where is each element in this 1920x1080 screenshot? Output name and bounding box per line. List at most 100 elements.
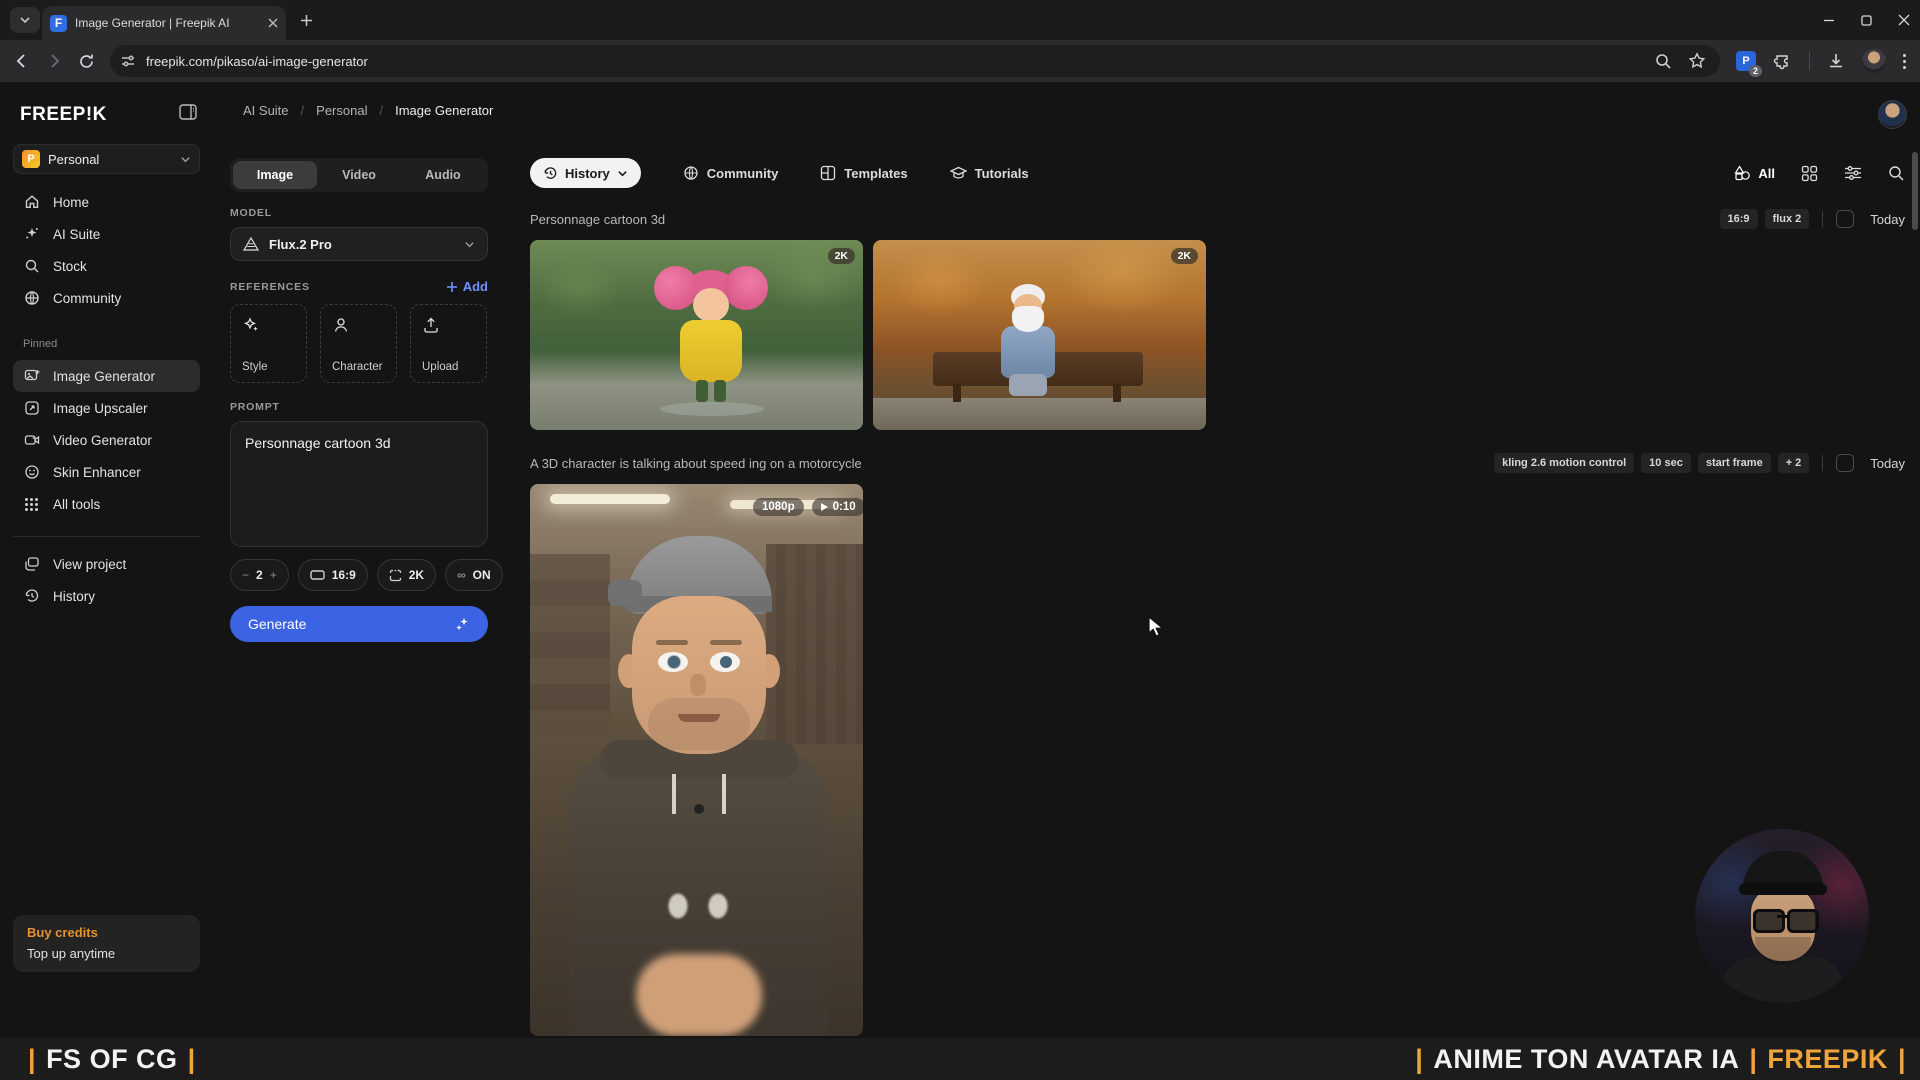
url-text[interactable]: freepik.com/pikaso/ai-image-generator bbox=[146, 54, 1645, 69]
sidebar-item-all-tools[interactable]: All tools bbox=[13, 488, 200, 520]
tab-search-button[interactable] bbox=[10, 7, 40, 33]
aspect-ratio-button[interactable]: 16:9 bbox=[298, 559, 368, 591]
reference-upload-card[interactable]: Upload bbox=[410, 304, 487, 383]
banner-pipe: | bbox=[188, 1044, 196, 1075]
add-reference-button[interactable]: Add bbox=[446, 279, 488, 294]
tab-video[interactable]: Video bbox=[317, 161, 401, 189]
screen: F Image Generator | Freepik AI freepik.c… bbox=[0, 0, 1920, 1080]
tab-image[interactable]: Image bbox=[233, 161, 317, 189]
row-select-checkbox[interactable] bbox=[1836, 454, 1854, 472]
thumb-art bbox=[873, 240, 1206, 430]
sidebar-item-ai-suite[interactable]: AI Suite bbox=[13, 218, 200, 250]
tutorials-tab[interactable]: Tutorials bbox=[950, 166, 1029, 181]
sidebar-item-image-upscaler[interactable]: Image Upscaler bbox=[13, 392, 200, 424]
sidebar-item-label: View project bbox=[53, 557, 126, 572]
back-button[interactable] bbox=[6, 45, 38, 77]
tab-audio[interactable]: Audio bbox=[401, 161, 485, 189]
sidebar-item-community[interactable]: Community bbox=[13, 282, 200, 314]
search-icon[interactable] bbox=[1888, 165, 1905, 182]
stepper-minus-icon[interactable]: − bbox=[242, 568, 249, 582]
sidebar-item-label: All tools bbox=[53, 497, 100, 512]
breadcrumb-personal[interactable]: Personal bbox=[316, 103, 367, 118]
all-label: All bbox=[1758, 166, 1775, 181]
extensions-puzzle-icon[interactable] bbox=[1773, 52, 1792, 71]
row-select-checkbox[interactable] bbox=[1836, 210, 1854, 228]
sidebar-toggle-icon bbox=[179, 104, 197, 120]
sidebar-item-skin-enhancer[interactable]: Skin Enhancer bbox=[13, 456, 200, 488]
generated-image-old-man[interactable]: 2K bbox=[873, 240, 1206, 430]
sidebar-divider bbox=[13, 536, 200, 537]
browser-profile-avatar[interactable] bbox=[1862, 49, 1886, 73]
quality-button[interactable]: 2K bbox=[377, 559, 436, 591]
pinned-section-label: Pinned bbox=[23, 338, 57, 350]
duration-text: 0:10 bbox=[833, 501, 856, 513]
tutorials-label: Tutorials bbox=[975, 166, 1029, 181]
view-project-icon bbox=[23, 556, 40, 572]
workspace-selector[interactable]: P Personal bbox=[13, 144, 200, 174]
sidebar-item-home[interactable]: Home bbox=[13, 186, 200, 218]
webcam-overlay bbox=[1695, 829, 1869, 1003]
breadcrumb-image-generator[interactable]: Image Generator bbox=[395, 103, 493, 118]
sidebar-item-history[interactable]: History bbox=[13, 580, 200, 612]
reference-character-card[interactable]: Character bbox=[320, 304, 397, 383]
sidebar-item-label: Community bbox=[53, 291, 121, 306]
quality-value: 2K bbox=[409, 568, 424, 582]
banner-left-text: FS OF CG bbox=[46, 1044, 178, 1075]
sidebar-item-label: Image Generator bbox=[53, 369, 155, 384]
generated-image-girl[interactable]: 2K bbox=[530, 240, 863, 430]
sidebar-item-video-generator[interactable]: Video Generator bbox=[13, 424, 200, 456]
model-selector[interactable]: Flux.2 Pro bbox=[230, 227, 488, 261]
sidebar-item-image-generator[interactable]: Image Generator bbox=[13, 360, 200, 392]
forward-button[interactable] bbox=[38, 45, 70, 77]
grid-view-icon[interactable] bbox=[1801, 165, 1818, 182]
tab-close-icon[interactable] bbox=[268, 18, 278, 28]
browser-actions: P2 bbox=[1736, 49, 1906, 73]
sidebar-collapse-button[interactable] bbox=[179, 104, 197, 120]
omnibox[interactable]: freepik.com/pikaso/ai-image-generator bbox=[110, 45, 1720, 77]
minimize-icon[interactable] bbox=[1823, 14, 1835, 26]
generate-button[interactable]: Generate bbox=[230, 606, 488, 642]
breadcrumb-ai-suite[interactable]: AI Suite bbox=[243, 103, 289, 118]
count-stepper[interactable]: − 2 + bbox=[230, 559, 289, 591]
history-row-title: Personnage cartoon 3d bbox=[530, 212, 1720, 227]
buy-credits-subtitle: Top up anytime bbox=[27, 946, 186, 961]
history-filter-button[interactable]: History bbox=[530, 158, 641, 188]
history-icon bbox=[543, 166, 558, 181]
templates-tab[interactable]: Templates bbox=[820, 165, 907, 181]
reference-style-card[interactable]: Style bbox=[230, 304, 307, 383]
buy-credits-card[interactable]: Buy credits Top up anytime bbox=[13, 915, 200, 972]
sidebar-item-stock[interactable]: Stock bbox=[13, 250, 200, 282]
banner-brand: FREEPIK bbox=[1767, 1044, 1888, 1075]
resolution-badge: 2K bbox=[1171, 248, 1198, 264]
downloads-icon[interactable] bbox=[1827, 52, 1845, 70]
stepper-plus-icon[interactable]: + bbox=[270, 568, 277, 582]
browser-menu-icon[interactable] bbox=[1903, 54, 1906, 69]
filter-all-button[interactable]: All bbox=[1734, 165, 1775, 181]
filters-sliders-icon[interactable] bbox=[1844, 165, 1862, 181]
sidebar-item-view-project[interactable]: View project bbox=[13, 548, 200, 580]
user-avatar[interactable] bbox=[1878, 100, 1907, 129]
loop-toggle[interactable]: ∞ ON bbox=[445, 559, 503, 591]
row-date: Today bbox=[1870, 212, 1905, 227]
sparkles-icon bbox=[23, 226, 40, 242]
model-value: Flux.2 Pro bbox=[269, 237, 454, 252]
zoom-icon[interactable] bbox=[1655, 53, 1672, 70]
reload-button[interactable] bbox=[70, 45, 102, 77]
play-icon bbox=[821, 503, 828, 511]
browser-tab[interactable]: F Image Generator | Freepik AI bbox=[42, 6, 286, 40]
sidebar-item-label: Home bbox=[53, 195, 89, 210]
extension-p2-icon[interactable]: P2 bbox=[1736, 51, 1756, 71]
buy-credits-title[interactable]: Buy credits bbox=[27, 925, 186, 940]
close-icon[interactable] bbox=[1898, 14, 1910, 26]
loop-value: ON bbox=[473, 568, 491, 582]
freepik-logo[interactable]: FREEP!K bbox=[20, 104, 107, 126]
prompt-input[interactable]: Personnage cartoon 3d bbox=[230, 421, 488, 547]
generated-video-thumbnail[interactable]: 1080p 0:10 bbox=[530, 484, 863, 1036]
new-tab-button[interactable] bbox=[300, 14, 313, 27]
community-tab[interactable]: Community bbox=[683, 165, 779, 181]
row-date: Today bbox=[1870, 456, 1905, 471]
scrollbar-thumb[interactable] bbox=[1912, 152, 1918, 230]
bookmark-star-icon[interactable] bbox=[1688, 52, 1706, 70]
site-info-icon[interactable] bbox=[120, 53, 136, 69]
maximize-icon[interactable] bbox=[1861, 15, 1872, 26]
